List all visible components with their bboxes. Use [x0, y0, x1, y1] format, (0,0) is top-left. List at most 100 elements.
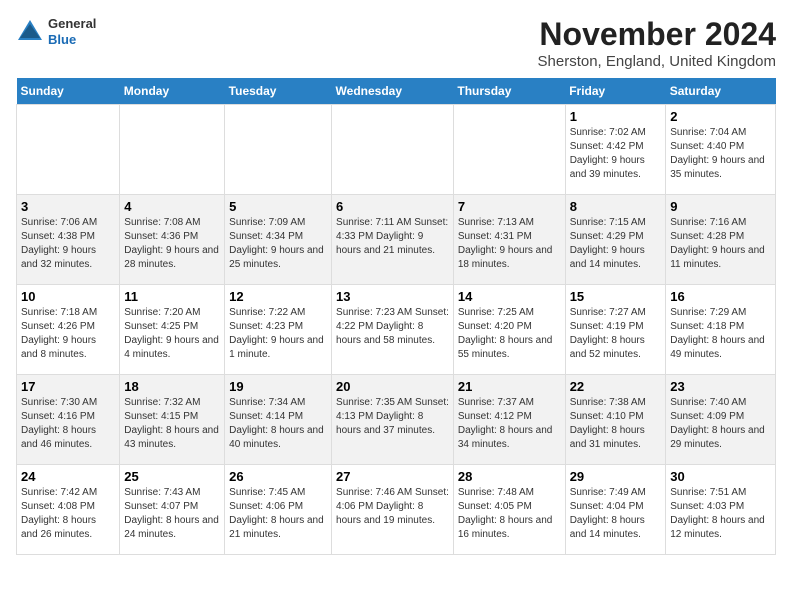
day-number: 20: [336, 379, 449, 394]
calendar-cell: 5 Sunrise: 7:09 AM Sunset: 4:34 PM Daylig…: [225, 195, 332, 285]
calendar-cell: 27Sunrise: 7:46 AM Sunset: 4:06 PM Dayli…: [332, 465, 454, 555]
weekday-header-monday: Monday: [120, 78, 225, 105]
calendar-cell: 26 Sunrise: 7:45 AM Sunset: 4:06 PM Dayli…: [225, 465, 332, 555]
calendar-cell: 25 Sunrise: 7:43 AM Sunset: 4:07 PM Dayli…: [120, 465, 225, 555]
day-info: Sunrise: 7:42 AM Sunset: 4:08 PM Dayligh…: [21, 486, 115, 542]
calendar-cell: 28 Sunrise: 7:48 AM Sunset: 4:05 PM Dayli…: [453, 465, 565, 555]
day-info: Sunrise: 7:43 AM Sunset: 4:07 PM Dayligh…: [124, 486, 220, 542]
day-number: 21: [458, 379, 561, 394]
day-number: 11: [124, 289, 220, 304]
calendar-cell: 6 Sunrise: 7:11 AM Sunset: 4:33 PM Daylig…: [332, 195, 454, 285]
day-info: Sunrise: 7:49 AM Sunset: 4:04 PM Dayligh…: [570, 486, 662, 542]
day-info: Sunrise: 7:35 AM Sunset: 4:13 PM Dayligh…: [336, 396, 449, 438]
day-number: 1: [570, 109, 662, 124]
weekday-header-row: SundayMondayTuesdayWednesdayThursdayFrid…: [17, 78, 776, 105]
day-info: Sunrise: 7:23 AM Sunset: 4:22 PM Dayligh…: [336, 306, 449, 348]
day-number: 7: [458, 199, 561, 214]
day-info: Sunrise: 7:11 AM Sunset: 4:33 PM Dayligh…: [336, 216, 449, 258]
day-number: 23: [670, 379, 771, 394]
calendar-cell: 29 Sunrise: 7:49 AM Sunset: 4:04 PM Dayli…: [565, 465, 666, 555]
day-info: Sunrise: 7:34 AM Sunset: 4:14 PM Dayligh…: [229, 396, 327, 452]
calendar-cell: [453, 105, 565, 195]
day-number: 16: [670, 289, 771, 304]
calendar-week-3: 17Sunrise: 7:30 AM Sunset: 4:16 PM Dayli…: [17, 375, 776, 465]
day-number: 14: [458, 289, 561, 304]
day-number: 22: [570, 379, 662, 394]
day-info: Sunrise: 7:48 AM Sunset: 4:05 PM Dayligh…: [458, 486, 561, 542]
day-number: 18: [124, 379, 220, 394]
calendar-cell: 8 Sunrise: 7:15 AM Sunset: 4:29 PM Daylig…: [565, 195, 666, 285]
day-info: Sunrise: 7:13 AM Sunset: 4:31 PM Dayligh…: [458, 216, 561, 272]
day-number: 6: [336, 199, 449, 214]
calendar-cell: 19 Sunrise: 7:34 AM Sunset: 4:14 PM Dayli…: [225, 375, 332, 465]
day-info: Sunrise: 7:45 AM Sunset: 4:06 PM Dayligh…: [229, 486, 327, 542]
calendar-week-0: 1 Sunrise: 7:02 AM Sunset: 4:42 PM Daylig…: [17, 105, 776, 195]
day-number: 30: [670, 469, 771, 484]
day-info: Sunrise: 7:15 AM Sunset: 4:29 PM Dayligh…: [570, 216, 662, 272]
calendar-cell: 30Sunrise: 7:51 AM Sunset: 4:03 PM Dayli…: [666, 465, 776, 555]
calendar-cell: 21 Sunrise: 7:37 AM Sunset: 4:12 PM Dayli…: [453, 375, 565, 465]
calendar-cell: 20 Sunrise: 7:35 AM Sunset: 4:13 PM Dayli…: [332, 375, 454, 465]
day-number: 26: [229, 469, 327, 484]
day-info: Sunrise: 7:18 AM Sunset: 4:26 PM Dayligh…: [21, 306, 115, 362]
weekday-header-saturday: Saturday: [666, 78, 776, 105]
weekday-header-wednesday: Wednesday: [332, 78, 454, 105]
day-info: Sunrise: 7:22 AM Sunset: 4:23 PM Dayligh…: [229, 306, 327, 362]
page-header: General Blue November 2024 Sherston, Eng…: [16, 16, 776, 70]
weekday-header-tuesday: Tuesday: [225, 78, 332, 105]
day-number: 4: [124, 199, 220, 214]
calendar-header: SundayMondayTuesdayWednesdayThursdayFrid…: [17, 78, 776, 105]
day-info: Sunrise: 7:08 AM Sunset: 4:36 PM Dayligh…: [124, 216, 220, 272]
day-info: Sunrise: 7:04 AM Sunset: 4:40 PM Dayligh…: [670, 126, 771, 182]
day-info: Sunrise: 7:20 AM Sunset: 4:25 PM Dayligh…: [124, 306, 220, 362]
calendar-cell: 18 Sunrise: 7:32 AM Sunset: 4:15 PM Dayli…: [120, 375, 225, 465]
calendar-cell: [17, 105, 120, 195]
day-number: 29: [570, 469, 662, 484]
day-number: 5: [229, 199, 327, 214]
day-info: Sunrise: 7:32 AM Sunset: 4:15 PM Dayligh…: [124, 396, 220, 452]
calendar-cell: [225, 105, 332, 195]
title-area: November 2024 Sherston, England, United …: [538, 16, 776, 70]
calendar-cell: 1 Sunrise: 7:02 AM Sunset: 4:42 PM Daylig…: [565, 105, 666, 195]
day-info: Sunrise: 7:37 AM Sunset: 4:12 PM Dayligh…: [458, 396, 561, 452]
day-info: Sunrise: 7:29 AM Sunset: 4:18 PM Dayligh…: [670, 306, 771, 362]
day-info: Sunrise: 7:38 AM Sunset: 4:10 PM Dayligh…: [570, 396, 662, 452]
calendar-subtitle: Sherston, England, United Kingdom: [538, 53, 776, 70]
calendar-cell: 22 Sunrise: 7:38 AM Sunset: 4:10 PM Dayli…: [565, 375, 666, 465]
calendar-cell: 3Sunrise: 7:06 AM Sunset: 4:38 PM Daylig…: [17, 195, 120, 285]
day-info: Sunrise: 7:25 AM Sunset: 4:20 PM Dayligh…: [458, 306, 561, 362]
calendar-cell: 10Sunrise: 7:18 AM Sunset: 4:26 PM Dayli…: [17, 285, 120, 375]
calendar-cell: 16 Sunrise: 7:29 AM Sunset: 4:18 PM Dayli…: [666, 285, 776, 375]
calendar-cell: 14 Sunrise: 7:25 AM Sunset: 4:20 PM Dayli…: [453, 285, 565, 375]
calendar-week-2: 10Sunrise: 7:18 AM Sunset: 4:26 PM Dayli…: [17, 285, 776, 375]
day-number: 17: [21, 379, 115, 394]
day-number: 15: [570, 289, 662, 304]
calendar-cell: 7 Sunrise: 7:13 AM Sunset: 4:31 PM Daylig…: [453, 195, 565, 285]
calendar-cell: 4 Sunrise: 7:08 AM Sunset: 4:36 PM Daylig…: [120, 195, 225, 285]
weekday-header-sunday: Sunday: [17, 78, 120, 105]
day-number: 28: [458, 469, 561, 484]
day-info: Sunrise: 7:09 AM Sunset: 4:34 PM Dayligh…: [229, 216, 327, 272]
calendar-cell: 17Sunrise: 7:30 AM Sunset: 4:16 PM Dayli…: [17, 375, 120, 465]
day-number: 25: [124, 469, 220, 484]
day-number: 8: [570, 199, 662, 214]
calendar-cell: 13 Sunrise: 7:23 AM Sunset: 4:22 PM Dayli…: [332, 285, 454, 375]
calendar-cell: 24 Sunrise: 7:42 AM Sunset: 4:08 PM Dayli…: [17, 465, 120, 555]
calendar-title: November 2024: [538, 16, 776, 53]
calendar-cell: [332, 105, 454, 195]
day-number: 19: [229, 379, 327, 394]
calendar-week-1: 3Sunrise: 7:06 AM Sunset: 4:38 PM Daylig…: [17, 195, 776, 285]
day-number: 12: [229, 289, 327, 304]
calendar-cell: 9Sunrise: 7:16 AM Sunset: 4:28 PM Daylig…: [666, 195, 776, 285]
day-info: Sunrise: 7:16 AM Sunset: 4:28 PM Dayligh…: [670, 216, 771, 272]
day-info: Sunrise: 7:46 AM Sunset: 4:06 PM Dayligh…: [336, 486, 449, 528]
weekday-header-friday: Friday: [565, 78, 666, 105]
calendar-cell: 23 Sunrise: 7:40 AM Sunset: 4:09 PM Dayli…: [666, 375, 776, 465]
day-info: Sunrise: 7:02 AM Sunset: 4:42 PM Dayligh…: [570, 126, 662, 182]
day-info: Sunrise: 7:40 AM Sunset: 4:09 PM Dayligh…: [670, 396, 771, 452]
calendar-cell: 12 Sunrise: 7:22 AM Sunset: 4:23 PM Dayli…: [225, 285, 332, 375]
day-number: 13: [336, 289, 449, 304]
day-number: 24: [21, 469, 115, 484]
weekday-header-thursday: Thursday: [453, 78, 565, 105]
calendar-cell: 11 Sunrise: 7:20 AM Sunset: 4:25 PM Dayli…: [120, 285, 225, 375]
